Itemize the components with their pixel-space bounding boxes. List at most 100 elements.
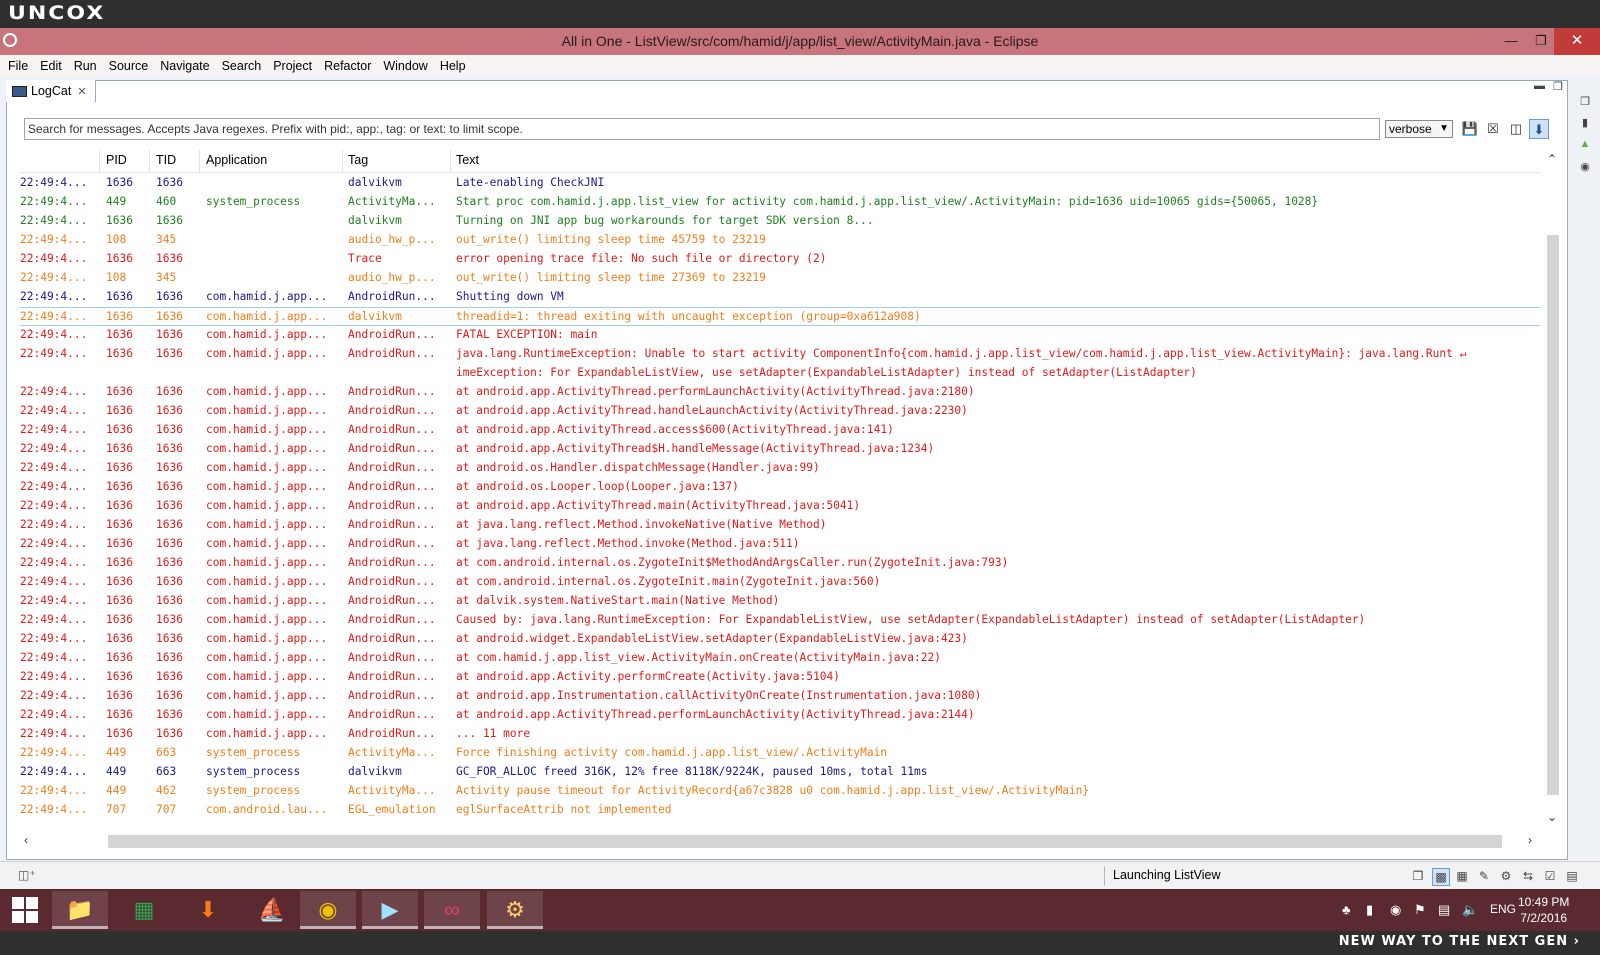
- table-row[interactable]: 22:49:4... 1636 1636 com.hamid.j.app... Andr…: [20, 421, 1540, 440]
- table-row[interactable]: 22:49:4... 1636 1636 com.hamid.j.app... Andr…: [20, 345, 1540, 364]
- menu-refactor[interactable]: Refactor: [318, 55, 377, 77]
- table-row[interactable]: 22:49:4... 449 462 system_process ActivityMa…: [20, 782, 1540, 801]
- table-row[interactable]: 22:49:4... 1636 1636 com.hamid.j.app... Andr…: [20, 516, 1540, 535]
- tools-icon[interactable]: ✎: [1476, 868, 1492, 884]
- horizontal-scroll-thumb[interactable]: [108, 835, 1502, 848]
- table-row[interactable]: 22:49:4... 1636 1636 com.hamid.j.app... Andr…: [20, 611, 1540, 630]
- horizontal-scrollbar[interactable]: ‹ ›: [20, 833, 1544, 849]
- minimize-view-icon[interactable]: ▬: [1534, 80, 1545, 92]
- scroll-right-icon[interactable]: ›: [1528, 833, 1532, 847]
- scroll-up-icon[interactable]: ⌃: [1547, 152, 1557, 166]
- column-application[interactable]: Application: [206, 153, 267, 167]
- table-row[interactable]: 22:49:4... 1636 1636 com.hamid.j.app... Andr…: [20, 554, 1540, 573]
- volume-icon[interactable]: 🔈: [1462, 902, 1478, 918]
- table-row[interactable]: 22:49:4... 1636 1636 com.hamid.j.app... Andr…: [20, 497, 1540, 516]
- windows-start-icon[interactable]: [12, 897, 38, 923]
- table-row[interactable]: 22:49:4... 449 663 system_process ActivityMa…: [20, 744, 1540, 763]
- maximize-view-icon[interactable]: ❐: [1553, 80, 1563, 93]
- table-row[interactable]: 22:49:4... 707 707 com.android.lau... EGL_em…: [20, 801, 1540, 820]
- tray-nvidia-icon[interactable]: ▮: [1366, 902, 1373, 918]
- chrome-icon[interactable]: ◉: [300, 891, 356, 929]
- threads-icon[interactable]: ⚙: [1498, 868, 1514, 884]
- table-row[interactable]: 22:49:4... 1636 1636 dalvikvm Late-enabling …: [20, 174, 1540, 193]
- tasks-icon[interactable]: ☑: [1542, 868, 1558, 884]
- column-tid[interactable]: TID: [156, 153, 176, 167]
- tray-app-icon[interactable]: ♣: [1342, 902, 1351, 917]
- table-row[interactable]: 22:49:4... 1636 1636 com.hamid.j.app... Andr…: [20, 440, 1540, 459]
- table-row[interactable]: 22:49:4... 108 345 audio_hw_p... out_write()…: [20, 231, 1540, 250]
- recorder-icon[interactable]: ∞: [424, 891, 480, 929]
- table-row[interactable]: 22:49:4... 449 460 system_process ActivityMa…: [20, 193, 1540, 212]
- menu-run[interactable]: Run: [68, 55, 103, 77]
- menu-project[interactable]: Project: [267, 55, 318, 77]
- log-level-select[interactable]: verbose ▼: [1385, 120, 1453, 138]
- tray-camera-icon[interactable]: ◉: [1390, 902, 1401, 918]
- restore-button[interactable]: ❐: [1524, 28, 1558, 55]
- vertical-scroll-thumb[interactable]: [1547, 235, 1559, 795]
- fast-view-icon[interactable]: ◫⁺: [18, 868, 36, 882]
- table-row[interactable]: 22:49:4... 1636 1636 com.hamid.j.app... Andr…: [20, 668, 1540, 687]
- emulator-icon[interactable]: ◉: [1578, 160, 1592, 174]
- search-input[interactable]: Search for messages. Accepts Java regexe…: [24, 118, 1380, 140]
- toggle-panel-icon[interactable]: ◫: [1506, 119, 1526, 139]
- menu-file[interactable]: File: [0, 55, 34, 77]
- menu-source[interactable]: Source: [103, 55, 155, 77]
- table-row[interactable]: 22:49:4... 1636 1636 dalvikvm Turning on JNI…: [20, 212, 1540, 231]
- close-button[interactable]: ✕: [1554, 28, 1600, 55]
- network-tray-icon[interactable]: ▤: [1438, 902, 1450, 918]
- scroll-left-icon[interactable]: ‹: [24, 833, 28, 847]
- downloader-icon[interactable]: ⬇: [180, 891, 236, 929]
- hierarchy-icon[interactable]: ▦: [1454, 868, 1470, 884]
- table-row[interactable]: 22:49:4... 1636 1636 com.hamid.j.app... Andr…: [20, 478, 1540, 497]
- logcat-trim-icon[interactable]: ▩: [1432, 868, 1450, 886]
- clear-log-icon[interactable]: ☒: [1483, 119, 1503, 139]
- menu-edit[interactable]: Edit: [34, 55, 68, 77]
- calculator-icon[interactable]: ▦: [116, 891, 172, 929]
- save-icon[interactable]: 💾: [1460, 119, 1480, 139]
- menu-navigate[interactable]: Navigate: [154, 55, 215, 77]
- eclipse-java-ee-icon[interactable]: ⚙: [487, 891, 543, 929]
- menu-window[interactable]: Window: [377, 55, 433, 77]
- android-icon[interactable]: ▲: [1578, 138, 1592, 152]
- menu-help[interactable]: Help: [434, 55, 472, 77]
- device-icon[interactable]: ▮: [1578, 116, 1592, 130]
- table-row[interactable]: 22:49:4... 1636 1636 com.hamid.j.app... Andr…: [20, 288, 1540, 307]
- restore-stack-icon[interactable]: ❐: [1578, 95, 1592, 109]
- table-row[interactable]: 22:49:4... 1636 1636 com.hamid.j.app... Andr…: [20, 535, 1540, 554]
- minimize-button[interactable]: —: [1494, 28, 1528, 55]
- table-row[interactable]: 22:49:4... 1636 1636 com.hamid.j.app... Andr…: [20, 326, 1540, 345]
- table-row[interactable]: 22:49:4... 1636 1636 Trace error opening tra…: [20, 250, 1540, 269]
- table-row[interactable]: 22:49:4... 1636 1636 com.hamid.j.app... Andr…: [20, 383, 1540, 402]
- console-icon[interactable]: ▤: [1564, 868, 1580, 884]
- table-row[interactable]: imeException: For ExpandableListView, us…: [20, 364, 1540, 383]
- column-tag[interactable]: Tag: [348, 153, 368, 167]
- media-app-icon[interactable]: ⛵: [244, 891, 300, 929]
- table-row[interactable]: 22:49:4... 1636 1636 com.hamid.j.app... Andr…: [20, 725, 1540, 744]
- column-pid[interactable]: PID: [106, 153, 127, 167]
- table-row[interactable]: 22:49:4... 1636 1636 com.hamid.j.app... Andr…: [20, 592, 1540, 611]
- scroll-down-icon[interactable]: ⌄: [1547, 810, 1557, 824]
- scroll-lock-icon[interactable]: ⬇: [1529, 119, 1549, 139]
- tab-logcat[interactable]: LogCat ✕: [6, 80, 96, 102]
- flag-icon[interactable]: ⚑: [1414, 902, 1426, 918]
- table-row[interactable]: 22:49:4... 1636 1636 com.hamid.j.app... Andr…: [20, 459, 1540, 478]
- vertical-scrollbar[interactable]: ⌃ ⌄: [1544, 150, 1562, 830]
- player-icon[interactable]: ▶: [362, 891, 418, 929]
- table-row[interactable]: 22:49:4... 1636 1636 com.hamid.j.app... Andr…: [20, 706, 1540, 725]
- table-row[interactable]: 22:49:4... 1636 1636 com.hamid.j.app... Andr…: [20, 402, 1540, 421]
- network-icon[interactable]: ⇆: [1520, 868, 1536, 884]
- table-row[interactable]: 22:49:4... 1636 1636 com.hamid.j.app... dalv…: [20, 307, 1540, 326]
- language-indicator[interactable]: ENG: [1490, 902, 1516, 916]
- table-row[interactable]: 22:49:4... 1636 1636 com.hamid.j.app... Andr…: [20, 630, 1540, 649]
- table-row[interactable]: 22:49:4... 1636 1636 com.hamid.j.app... Andr…: [20, 649, 1540, 668]
- close-tab-icon[interactable]: ✕: [77, 86, 86, 98]
- clock[interactable]: 10:49 PM 7/2/2016: [1518, 894, 1569, 926]
- log-table-body[interactable]: 22:49:4... 1636 1636 dalvikvm Late-enabling …: [20, 174, 1540, 836]
- restore-icon[interactable]: ❐: [1410, 868, 1426, 884]
- file-explorer-icon[interactable]: 📁: [52, 891, 108, 929]
- table-row[interactable]: 22:49:4... 449 663 system_process dalvikvm GC…: [20, 763, 1540, 782]
- menu-search[interactable]: Search: [216, 55, 268, 77]
- table-row[interactable]: 22:49:4... 1636 1636 com.hamid.j.app... Andr…: [20, 573, 1540, 592]
- column-text[interactable]: Text: [456, 153, 479, 167]
- table-row[interactable]: 22:49:4... 108 345 audio_hw_p... out_write()…: [20, 269, 1540, 288]
